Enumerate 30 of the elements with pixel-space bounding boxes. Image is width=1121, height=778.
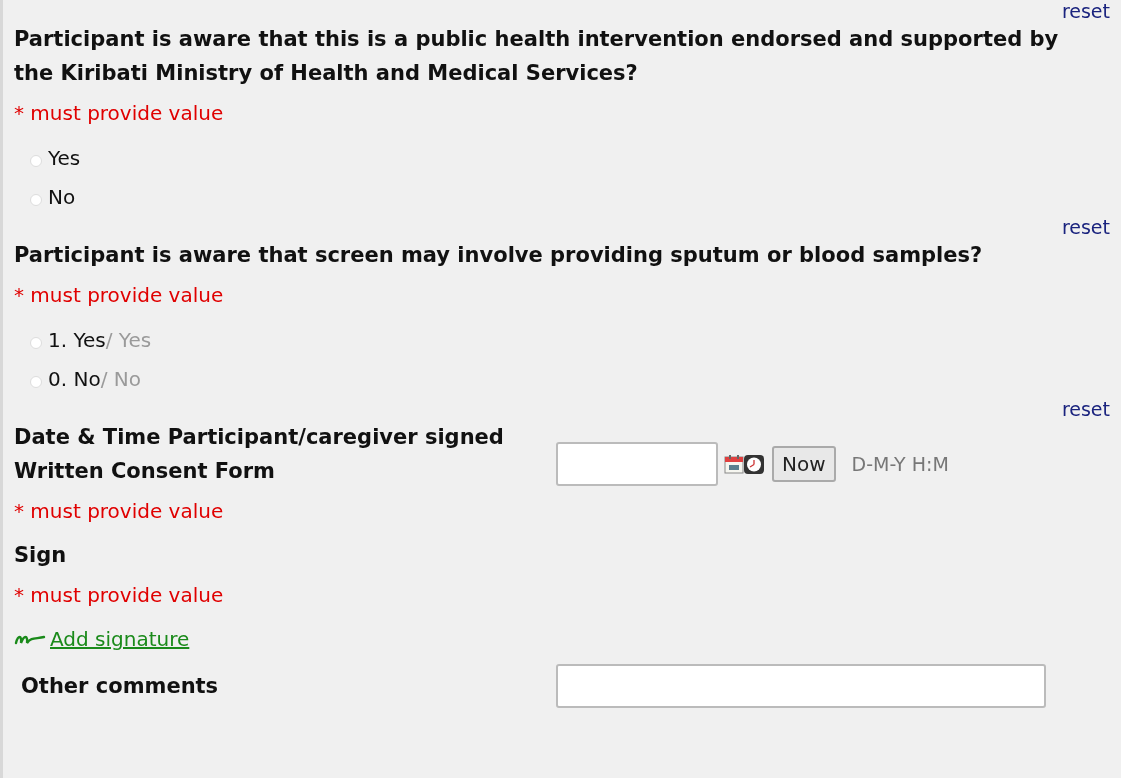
required-note: * must provide value — [14, 582, 225, 609]
reset-link[interactable]: reset — [1061, 216, 1110, 238]
comments-field[interactable] — [556, 664, 1046, 708]
option-label[interactable]: No — [48, 184, 76, 209]
question-label: Participant is aware that screen may involve providing sputum or blood samples? — [14, 242, 984, 269]
radio-button[interactable] — [30, 193, 42, 206]
question-label: Other comments — [20, 673, 220, 700]
option-label[interactable]: 1. Yes — [48, 327, 106, 352]
add-signature-link[interactable]: Add signature — [50, 627, 190, 651]
question-label: Written Consent Form — [14, 458, 276, 485]
question-label: Date & Time Participant/caregiver signed — [14, 424, 505, 451]
radio-button[interactable] — [30, 154, 42, 167]
required-note: * must provide value — [14, 282, 225, 309]
option-label[interactable]: Yes — [48, 145, 81, 170]
option-translation: / Yes — [105, 327, 152, 352]
clock-icon[interactable] — [744, 454, 764, 474]
date-time-field[interactable] — [556, 442, 718, 486]
required-note: * must provide value — [14, 498, 225, 525]
required-note: * must provide value — [14, 100, 225, 127]
reset-link[interactable]: reset — [1061, 398, 1110, 420]
option-translation: / No — [100, 366, 141, 391]
radio-button[interactable] — [30, 336, 42, 349]
date-format-hint: D-M-Y H:M — [851, 453, 949, 475]
question-label: Sign — [14, 542, 68, 569]
question-label: Participant is aware that this is a public health intervention endorsed and supported by the Kiribati Ministry of Health and Medical Services? — [14, 26, 1060, 87]
reset-link[interactable]: reset — [1061, 0, 1110, 22]
now-button[interactable]: Now — [772, 446, 836, 482]
calendar-icon[interactable] — [724, 454, 744, 474]
radio-button[interactable] — [30, 375, 42, 388]
option-label[interactable]: 0. No — [48, 366, 101, 391]
